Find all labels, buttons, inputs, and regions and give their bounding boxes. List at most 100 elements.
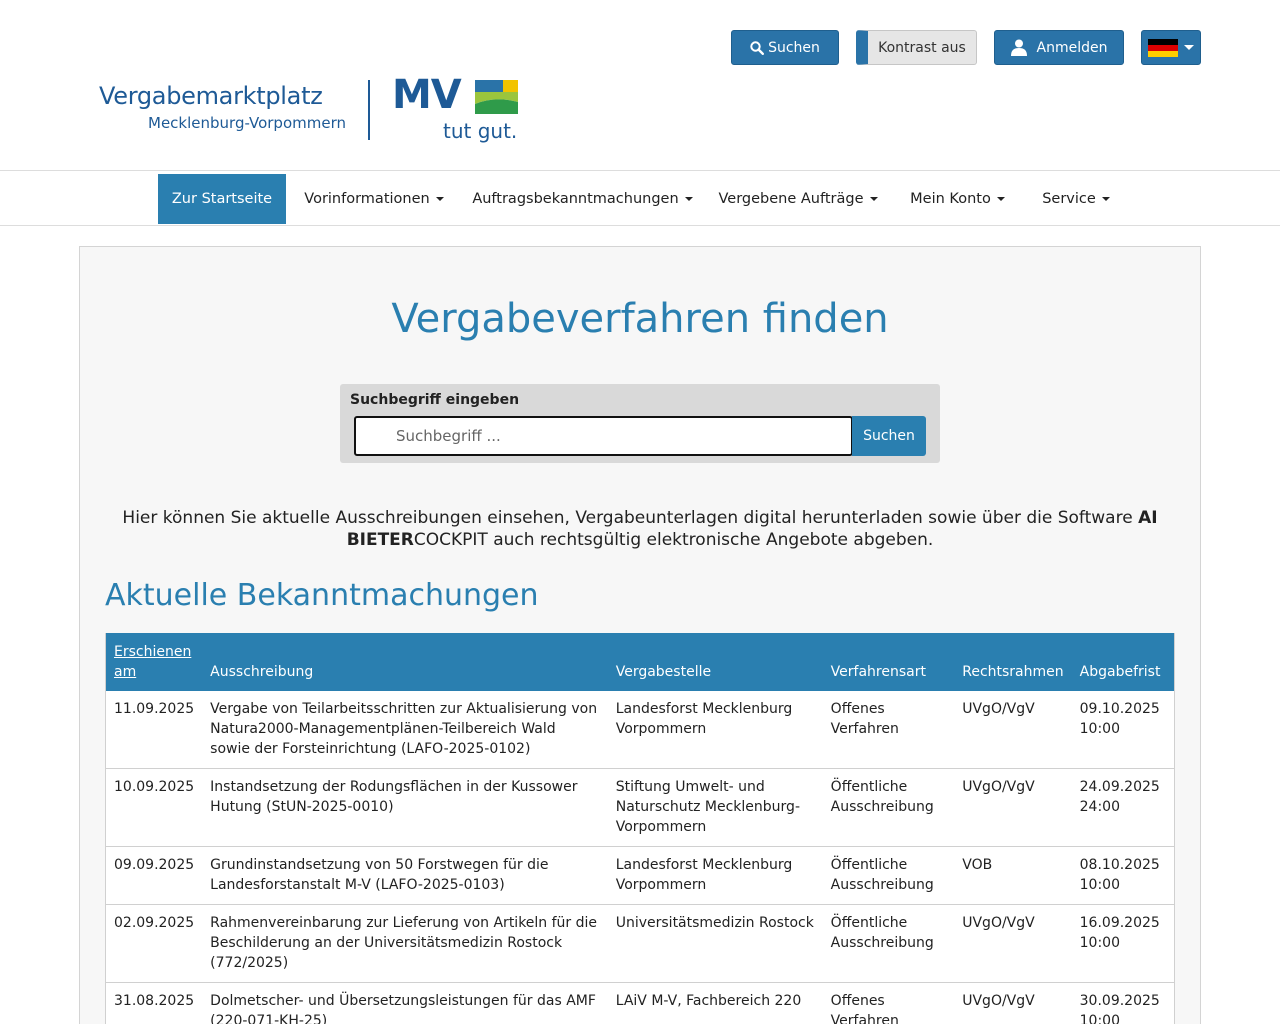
notices-table-wrapper: Erschienen am Ausschreibung Vergabestell… bbox=[105, 633, 1175, 1024]
cell-deadline: 09.10.2025 10:00 bbox=[1072, 691, 1175, 769]
language-selector[interactable] bbox=[1141, 30, 1201, 65]
cell-date: 09.09.2025 bbox=[114, 857, 195, 873]
mv-brand-logo[interactable]: MV bbox=[392, 72, 462, 118]
cell-deadline: 24.09.2025 24:00 bbox=[1072, 769, 1175, 847]
caret-down-icon bbox=[1101, 197, 1110, 201]
deadline-date: 24.09.2025 bbox=[1079, 779, 1160, 795]
deadline-date: 09.10.2025 bbox=[1079, 701, 1160, 717]
intro-text: Hier können Sie aktuelle Ausschreibungen… bbox=[110, 507, 1170, 551]
deadline-time: 10:00 bbox=[1079, 935, 1120, 951]
chevron-down-icon bbox=[1184, 45, 1194, 50]
contrast-toggle-button[interactable]: Kontrast aus bbox=[856, 30, 977, 65]
caret-down-icon bbox=[684, 197, 693, 201]
column-header-procedure: Verfahrensart bbox=[830, 664, 926, 680]
table-row[interactable]: 09.09.2025 Grundinstandsetzung von 50 Fo… bbox=[105, 846, 1175, 905]
cell-deadline: 30.09.2025 10:00 bbox=[1072, 983, 1175, 1024]
notices-table: Erschienen am Ausschreibung Vergabestell… bbox=[105, 633, 1175, 1024]
de-flag-icon bbox=[1148, 38, 1178, 57]
page-title: Vergabeverfahren finden bbox=[391, 296, 889, 342]
table-row[interactable]: 31.08.2025 Dolmetscher- und Übersetzungs… bbox=[105, 982, 1175, 1024]
cell-deadline: 08.10.2025 10:00 bbox=[1072, 847, 1175, 905]
search-label: Suchbegriff eingeben bbox=[350, 392, 520, 408]
cell-date: 10.09.2025 bbox=[114, 779, 195, 795]
nav-item-my-account[interactable]: Mein Konto bbox=[900, 174, 1015, 224]
cell-authority: LAiV M-V, Fachbereich 220 bbox=[615, 993, 802, 1009]
deadline-date: 16.09.2025 bbox=[1079, 915, 1160, 931]
cell-date: 11.09.2025 bbox=[114, 701, 195, 717]
table-row[interactable]: 10.09.2025 Instandsetzung der Rodungsflä… bbox=[105, 768, 1175, 847]
nav-item-label: Service bbox=[1042, 191, 1096, 207]
cell-title[interactable]: Vergabe von Teilarbeitsschritten zur Akt… bbox=[202, 691, 608, 769]
logo-divider bbox=[368, 80, 370, 140]
cell-authority: Universitätsmedizin Rostock bbox=[615, 915, 814, 931]
caret-down-icon bbox=[435, 197, 444, 201]
mv-landscape-icon bbox=[475, 80, 518, 114]
deadline-time: 10:00 bbox=[1079, 877, 1120, 893]
deadline-date: 08.10.2025 bbox=[1079, 857, 1160, 873]
cell-title[interactable]: Rahmenvereinbarung zur Lieferung von Art… bbox=[202, 905, 608, 983]
column-header-framework: Rechtsrahmen bbox=[962, 664, 1064, 680]
search-submit-button[interactable]: Suchen bbox=[852, 416, 926, 456]
caret-down-icon bbox=[869, 197, 878, 201]
deadline-date: 30.09.2025 bbox=[1079, 993, 1160, 1009]
deadline-time: 10:00 bbox=[1079, 721, 1120, 737]
column-header-published[interactable]: Erschienen am bbox=[106, 633, 203, 691]
header-search-button[interactable]: Suchen bbox=[731, 30, 839, 65]
section-title: Aktuelle Bekanntmachungen bbox=[105, 578, 539, 613]
column-header-deadline: Abgabefrist bbox=[1079, 664, 1161, 680]
search-icon bbox=[750, 40, 765, 55]
nav-item-contract-notices[interactable]: Auftragsbekanntmachungen bbox=[470, 174, 695, 224]
nav-item-label: Vergebene Aufträge bbox=[718, 191, 864, 207]
cell-framework: UVgO/VgV bbox=[962, 779, 1035, 795]
user-icon bbox=[1010, 39, 1027, 56]
search-form: Suchbegriff eingeben Suchen bbox=[340, 384, 940, 463]
cell-framework: UVgO/VgV bbox=[962, 701, 1035, 717]
nav-item-label: Auftragsbekanntmachungen bbox=[472, 191, 679, 207]
cell-procedure: Öffentliche Ausschreibung bbox=[830, 779, 934, 815]
contrast-toggle-label: Kontrast aus bbox=[878, 39, 966, 56]
caret-down-icon bbox=[996, 197, 1005, 201]
table-header-row: Erschienen am Ausschreibung Vergabestell… bbox=[105, 633, 1175, 691]
login-button[interactable]: Anmelden bbox=[994, 30, 1124, 65]
deadline-time: 24:00 bbox=[1079, 799, 1120, 815]
site-header: Suchen Kontrast aus Anmelden Vergabemark… bbox=[0, 0, 1280, 170]
nav-item-home[interactable]: Zur Startseite bbox=[158, 174, 286, 224]
table-row[interactable]: 11.09.2025 Vergabe von Teilarbeitsschrit… bbox=[105, 691, 1175, 769]
cell-authority: Landesforst Mecklenburg Vorpommern bbox=[615, 857, 793, 893]
cell-date: 02.09.2025 bbox=[114, 915, 195, 931]
cell-procedure: Öffentliche Ausschreibung bbox=[830, 857, 934, 893]
cell-procedure: Offenes Verfahren bbox=[830, 993, 899, 1024]
header-search-label: Suchen bbox=[768, 39, 820, 56]
cell-procedure: Offenes Verfahren bbox=[830, 701, 899, 737]
cell-date: 31.08.2025 bbox=[114, 993, 195, 1009]
cell-deadline: 16.09.2025 10:00 bbox=[1072, 905, 1175, 983]
brand-slogan: tut gut. bbox=[443, 119, 518, 143]
nav-item-prior-information[interactable]: Vorinformationen bbox=[296, 174, 452, 224]
intro-text-part2: COCKPIT auch rechtsgültig elektronische … bbox=[413, 530, 934, 550]
cell-title[interactable]: Grundinstandsetzung von 50 Forstwegen fü… bbox=[202, 847, 608, 905]
deadline-time: 10:00 bbox=[1079, 1013, 1120, 1024]
logo-title[interactable]: Vergabemarktplatz bbox=[99, 82, 323, 110]
nav-item-label: Vorinformationen bbox=[304, 191, 430, 207]
nav-item-label: Mein Konto bbox=[910, 191, 991, 207]
sort-published-link[interactable]: Erschienen am bbox=[114, 644, 191, 680]
search-input[interactable] bbox=[354, 416, 853, 456]
cell-framework: VOB bbox=[962, 857, 993, 873]
cell-authority: Stiftung Umwelt- und Naturschutz Mecklen… bbox=[615, 779, 800, 835]
table-row[interactable]: 02.09.2025 Rahmenvereinbarung zur Liefer… bbox=[105, 904, 1175, 983]
login-label: Anmelden bbox=[1036, 39, 1108, 56]
nav-item-label: Zur Startseite bbox=[171, 191, 273, 207]
column-header-authority: Vergabestelle bbox=[615, 664, 712, 680]
cell-framework: UVgO/VgV bbox=[962, 915, 1035, 931]
cell-framework: UVgO/VgV bbox=[962, 993, 1035, 1009]
cell-title[interactable]: Instandsetzung der Rodungsflächen in der… bbox=[202, 769, 608, 847]
logo-subtitle[interactable]: Mecklenburg-Vorpommern bbox=[148, 114, 346, 132]
nav-item-service[interactable]: Service bbox=[1034, 174, 1118, 224]
cell-title[interactable]: Dolmetscher- und Übersetzungsleistungen … bbox=[202, 983, 608, 1024]
cell-authority: Landesforst Mecklenburg Vorpommern bbox=[615, 701, 793, 737]
intro-text-part1: Hier können Sie aktuelle Ausschreibungen… bbox=[122, 508, 1139, 528]
column-header-tender: Ausschreibung bbox=[210, 664, 314, 680]
nav-item-awarded-contracts[interactable]: Vergebene Aufträge bbox=[713, 174, 883, 224]
main-navigation: Zur Startseite Vorinformationen Auftrags… bbox=[0, 170, 1280, 226]
cell-procedure: Öffentliche Ausschreibung bbox=[830, 915, 934, 951]
